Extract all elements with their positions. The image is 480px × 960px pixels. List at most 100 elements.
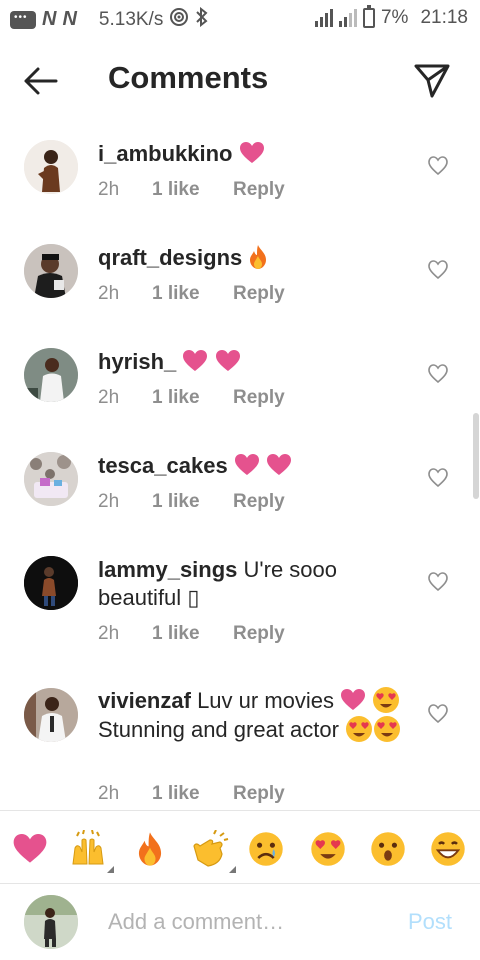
- emoji-sad-button[interactable]: [246, 829, 286, 869]
- comment-username[interactable]: lammy_sings: [98, 557, 237, 582]
- heart-emoji-icon: [266, 454, 291, 475]
- avatar[interactable]: [24, 556, 78, 610]
- avatar[interactable]: [24, 244, 78, 298]
- comment-username[interactable]: i_ambukkino: [98, 141, 232, 166]
- net-speed: 5.13K/s: [98, 8, 164, 30]
- comment-time: 2h: [98, 491, 120, 512]
- comment-meta: 2h 1 like Reply: [98, 623, 285, 645]
- heart-eyes-emoji-icon: [346, 716, 373, 742]
- heart-eyes-emoji-icon: [373, 687, 400, 713]
- comment-body: Luv ur movies: [197, 688, 335, 713]
- heart-eyes-emoji-icon: [374, 716, 401, 742]
- comment-time: 2h: [98, 623, 120, 644]
- header: Comments: [0, 38, 480, 124]
- comment-item: vivienzaf Luv ur movies Stunning and gre…: [0, 672, 480, 810]
- comment-username[interactable]: vivienzaf: [98, 688, 191, 713]
- comment-body-2: Stunning and great actor: [98, 717, 339, 742]
- comment-likes[interactable]: 1 like: [152, 387, 233, 409]
- comment-item: qraft_designs 2h 1 like Reply: [0, 228, 480, 332]
- heart-eyes-icon: [311, 832, 345, 866]
- comment-likes[interactable]: 1 like: [152, 491, 233, 513]
- share-button[interactable]: [410, 58, 454, 102]
- emoji-quick-bar: [0, 810, 480, 884]
- heart-emoji-icon: [341, 689, 366, 710]
- comment-likes[interactable]: 1 like: [152, 283, 233, 305]
- comment-item: hyrish_ 2h 1 like Reply: [0, 332, 480, 436]
- n-icon: N: [42, 8, 57, 30]
- comment-username[interactable]: qraft_designs: [98, 245, 242, 270]
- post-button[interactable]: Post: [408, 909, 452, 935]
- comment-text: vivienzaf Luv ur movies Stunning and gre…: [98, 686, 408, 744]
- comment-text: hyrish_: [98, 348, 408, 376]
- emoji-surprised-button[interactable]: [368, 829, 408, 869]
- add-comment-bar: Post: [0, 885, 480, 960]
- comment-likes[interactable]: 1 like: [152, 179, 233, 201]
- back-button[interactable]: [20, 60, 62, 102]
- emoji-clapping-button[interactable]: [190, 829, 236, 873]
- comment-item: lammy_sings U're sooo beautiful ▯ 2h 1 l…: [0, 540, 480, 672]
- battery-icon: [362, 5, 375, 28]
- comment-meta: 2h 1 like Reply: [98, 783, 285, 805]
- avatar[interactable]: [24, 140, 78, 194]
- battery-percent: 7%: [380, 7, 409, 28]
- page-title: Comments: [108, 60, 269, 95]
- hotspot-icon: [169, 7, 189, 32]
- emoji-grinning-button[interactable]: [428, 829, 468, 869]
- arrow-left-icon: [24, 67, 58, 95]
- comment-likes[interactable]: 1 like: [152, 783, 233, 805]
- avatar[interactable]: [24, 688, 78, 742]
- avatar[interactable]: [24, 348, 78, 402]
- comment-meta: 2h 1 like Reply: [98, 387, 285, 409]
- reply-button[interactable]: Reply: [233, 179, 285, 201]
- avatar[interactable]: [24, 452, 78, 506]
- emoji-fire-button[interactable]: [130, 829, 170, 869]
- comment-likes[interactable]: 1 like: [152, 623, 233, 645]
- like-heart-icon[interactable]: [427, 363, 449, 385]
- heart-icon: [13, 834, 47, 863]
- n-icon: N: [62, 8, 77, 30]
- signal-icon-2: [338, 9, 357, 27]
- like-heart-icon[interactable]: [427, 467, 449, 489]
- heart-emoji-icon: [239, 142, 264, 163]
- comment-item: tesca_cakes 2h 1 like Reply: [0, 436, 480, 540]
- bluetooth-icon: [195, 6, 209, 32]
- like-heart-icon[interactable]: [427, 571, 449, 593]
- comment-text: lammy_sings U're sooo beautiful ▯: [98, 556, 408, 612]
- reply-button[interactable]: Reply: [233, 491, 285, 513]
- emoji-heart-button[interactable]: [10, 829, 50, 869]
- clapping-hands-icon: [193, 830, 229, 867]
- reply-button[interactable]: Reply: [233, 283, 285, 305]
- comment-username[interactable]: hyrish_: [98, 349, 176, 374]
- comment-text: i_ambukkino: [98, 140, 408, 168]
- heart-emoji-icon: [183, 350, 208, 371]
- comment-meta: 2h 1 like Reply: [98, 179, 285, 201]
- like-heart-icon[interactable]: [427, 155, 449, 177]
- sad-face-icon: [249, 832, 283, 866]
- comment-username[interactable]: tesca_cakes: [98, 453, 228, 478]
- comment-text: tesca_cakes: [98, 452, 408, 480]
- comment-text: qraft_designs: [98, 244, 408, 272]
- my-avatar: [24, 895, 78, 949]
- emoji-heart-eyes-button[interactable]: [308, 829, 348, 869]
- comment-meta: 2h 1 like Reply: [98, 283, 285, 305]
- reply-button[interactable]: Reply: [233, 387, 285, 409]
- like-heart-icon[interactable]: [427, 703, 449, 725]
- comment-time: 2h: [98, 283, 120, 304]
- scrollbar-thumb[interactable]: [473, 413, 479, 499]
- signal-icon: [314, 9, 333, 27]
- fire-icon: [138, 832, 162, 866]
- heart-emoji-icon: [215, 350, 240, 371]
- status-bar: N N 5.13K/s 7% 21:18: [0, 0, 480, 38]
- reply-button[interactable]: Reply: [233, 783, 285, 805]
- fire-emoji-icon: [250, 245, 267, 269]
- grinning-face-icon: [431, 832, 465, 866]
- raised-hands-icon: [72, 830, 104, 865]
- surprised-face-icon: [371, 832, 405, 866]
- emoji-raised-hands-button[interactable]: [68, 829, 114, 873]
- paper-plane-icon: [414, 64, 450, 98]
- like-heart-icon[interactable]: [427, 259, 449, 281]
- reply-button[interactable]: Reply: [233, 623, 285, 645]
- unsupported-glyph: ▯: [187, 585, 200, 610]
- chat-icon: [10, 10, 36, 29]
- comment-input[interactable]: [108, 907, 388, 937]
